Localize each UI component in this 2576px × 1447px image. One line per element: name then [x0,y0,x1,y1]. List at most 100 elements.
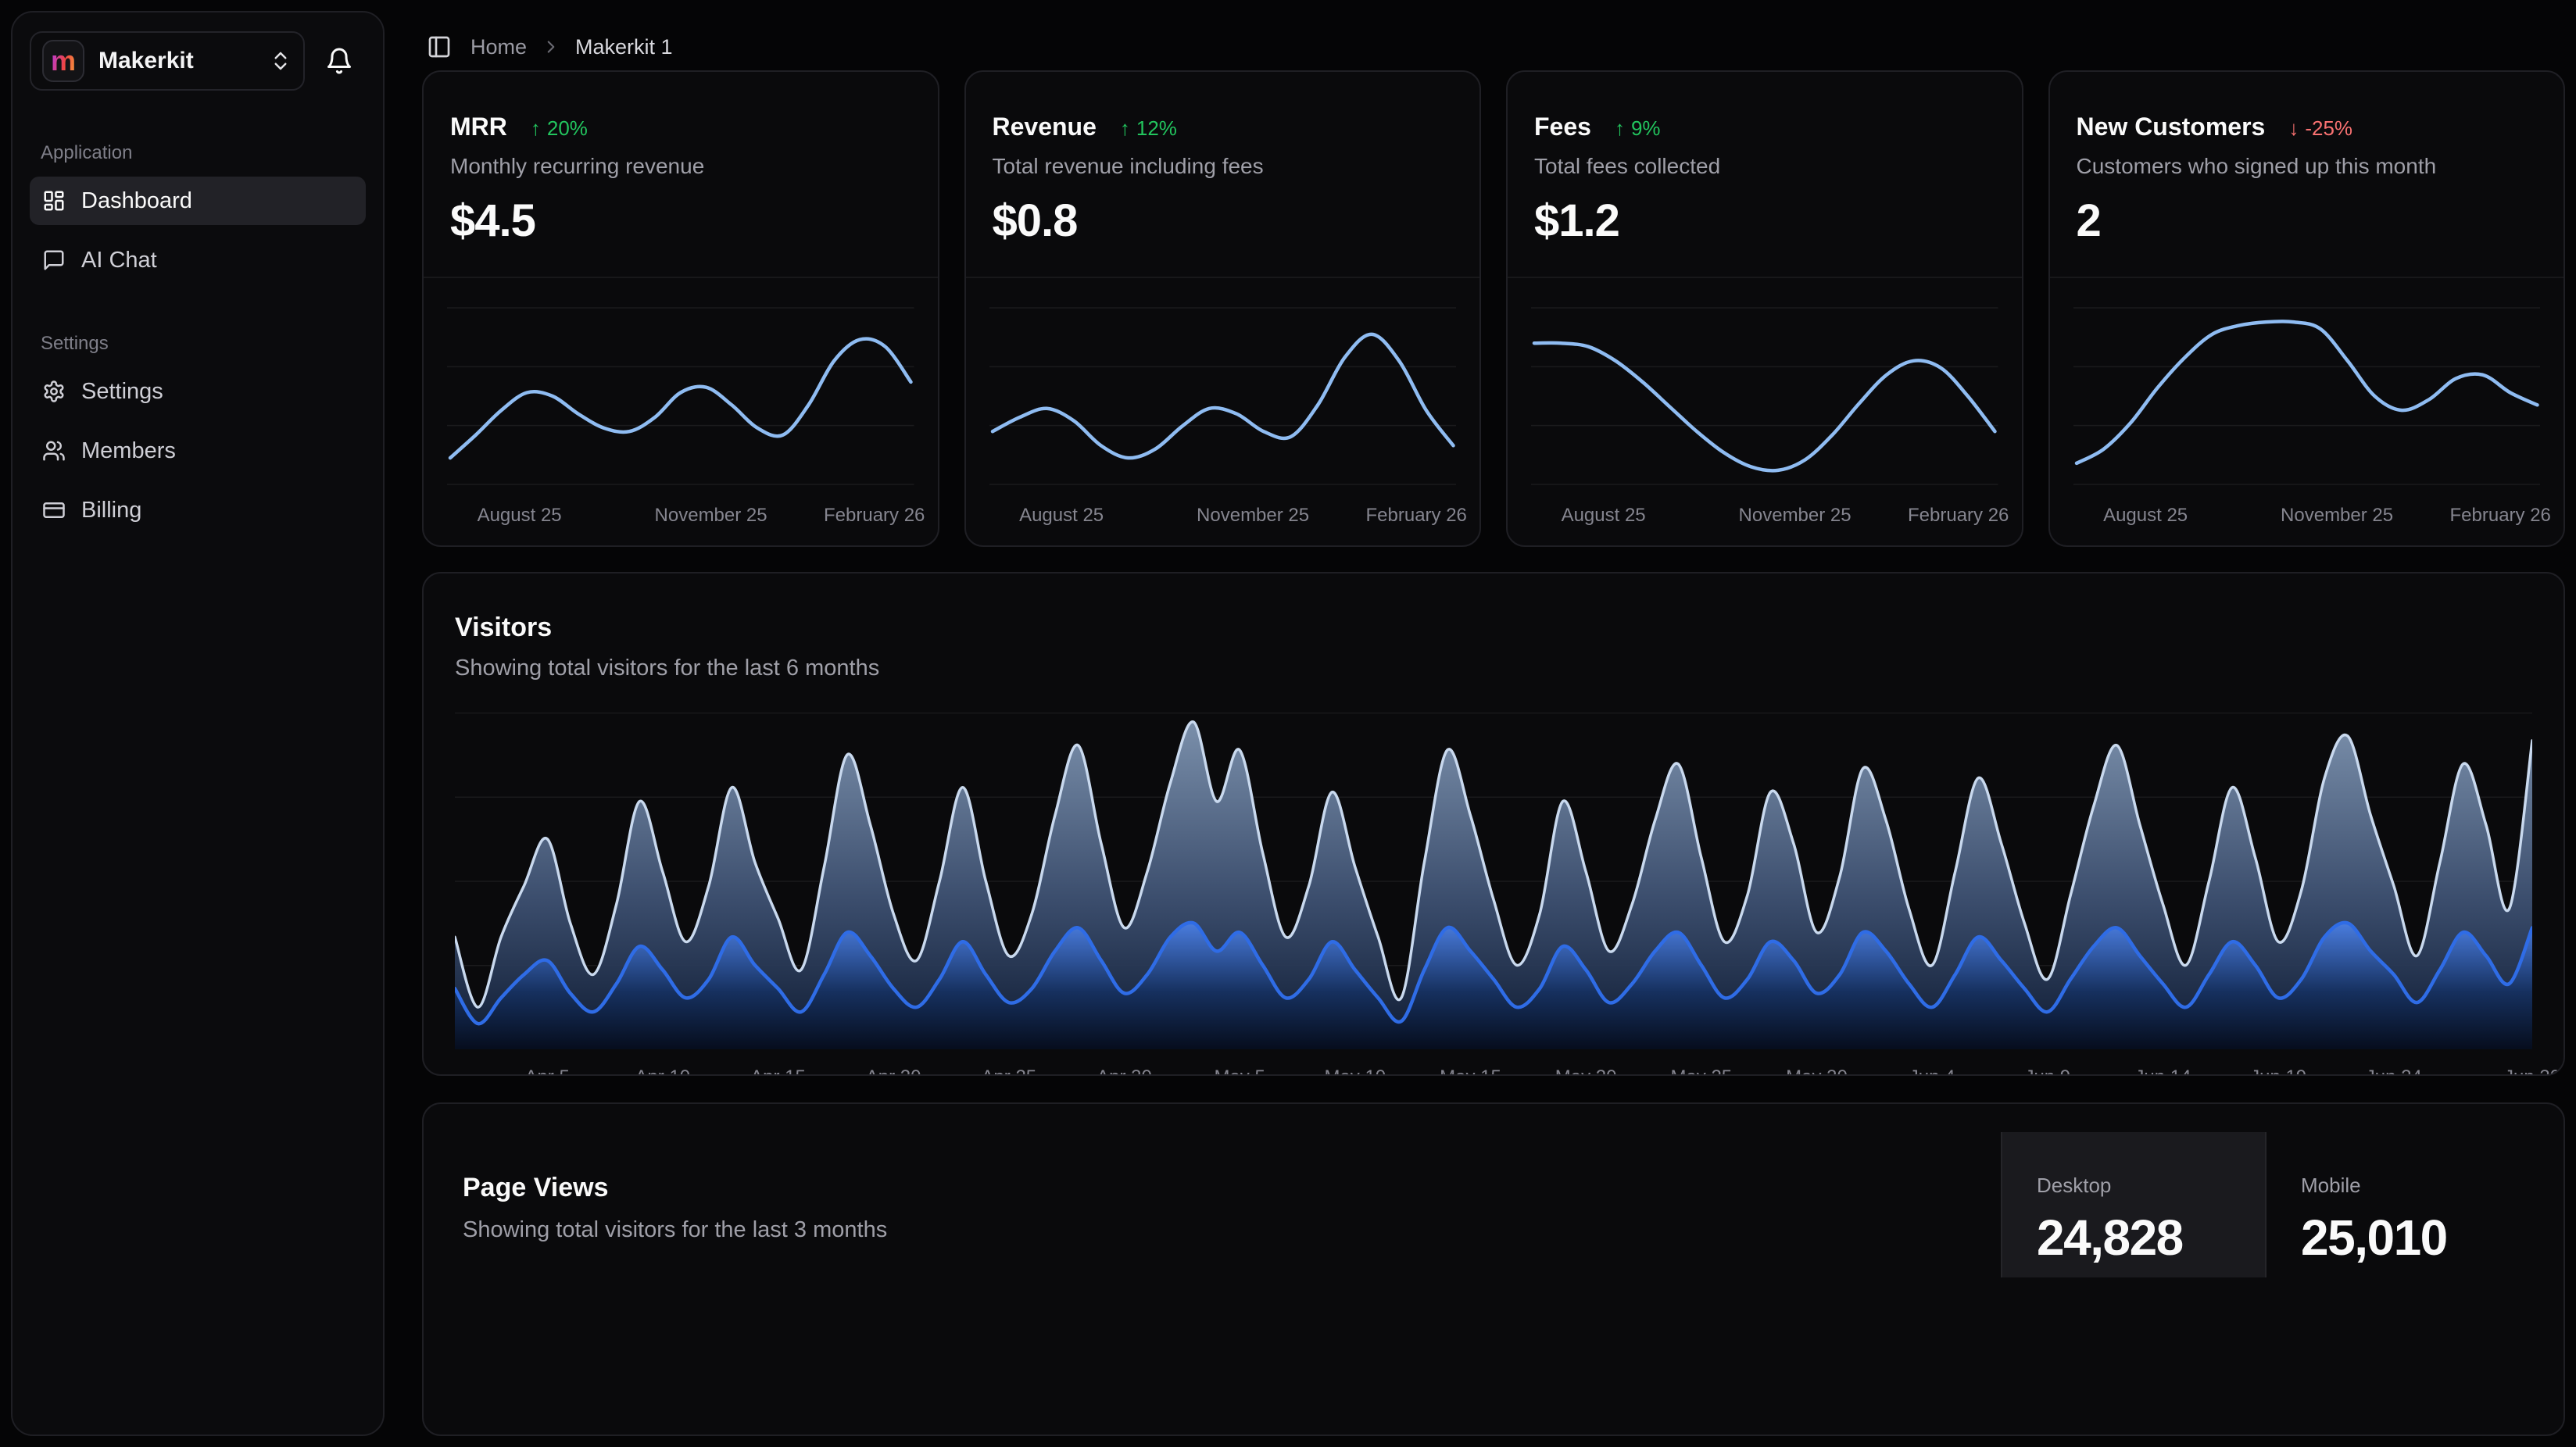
gear-icon [42,380,66,403]
sparkline-chart-new-customers [2073,298,2541,494]
x-tick-label: August 25 [2103,505,2188,527]
x-tick-label: Jun 14 [2134,1066,2191,1076]
stat-value: $1.2 [1534,195,1995,247]
x-tick-label: May 10 [1324,1066,1386,1076]
visitors-card: Visitors Showing total visitors for the … [422,572,2565,1076]
stat-sparkline-area: August 25 November 25 February 26 [424,277,938,545]
users-icon [42,439,66,463]
stat-change-badge: ↓-25% [2288,116,2352,141]
x-tick-label: August 25 [1019,505,1104,527]
mobile-toggle-button[interactable]: Mobile 25,010 [2267,1132,2532,1277]
stat-title: MRR [450,113,507,141]
sparkline-chart-fees [1531,298,1998,494]
sidebar-item-label: Members [81,438,176,464]
x-tick-label: August 25 [478,505,562,527]
x-tick-label: Apr 20 [866,1066,921,1076]
arrow-up-icon: ↑ [1615,116,1625,141]
sparkline-chart-mrr [447,298,914,494]
workspace-name: Makerkit [98,48,255,74]
stat-card-new-customers: New Customers ↓-25% Customers who signed… [2048,70,2566,547]
visitors-title: Visitors [455,613,2532,643]
message-square-icon [42,248,66,272]
nav-section-label-settings: Settings [41,333,355,355]
visitors-chart-area [424,713,2563,1049]
stat-change-badge: ↑9% [1615,116,1661,141]
x-tick-label: February 26 [2450,505,2551,527]
stat-description: Total fees collected [1534,154,1995,179]
panel-left-icon [427,34,452,59]
sidebar-item-label: Settings [81,379,163,405]
toggle-value: 25,010 [2301,1209,2532,1267]
stat-card-header: MRR ↑20% Monthly recurring revenue $4.5 [424,72,938,277]
x-tick-label: May 25 [1670,1066,1732,1076]
nav-section-label-application: Application [41,142,355,164]
workspace-logo-letter: m [51,47,76,75]
x-tick-label: Apr 10 [635,1066,690,1076]
stat-sparkline-area: August 25 November 25 February 26 [2050,277,2564,545]
sidebar-item-ai-chat[interactable]: AI Chat [30,236,366,284]
series-line [450,339,911,459]
breadcrumb: Home Makerkit 1 [422,30,2565,64]
sidebar-toggle-button[interactable] [422,30,456,64]
x-tick-label: Jun 30 [2504,1066,2560,1076]
x-tick-label: Apr 25 [981,1066,1036,1076]
arrow-up-icon: ↑ [531,116,541,141]
stat-title: New Customers [2077,113,2266,141]
stat-card-fees: Fees ↑9% Total fees collected $1.2 Augus… [1506,70,2023,547]
sparkline-chart-revenue [989,298,1457,494]
x-tick-label: Apr 5 [524,1066,569,1076]
arrow-down-icon: ↓ [2288,116,2299,141]
x-tick-label: February 26 [1366,505,1467,527]
x-tick-label: Apr 30 [1097,1066,1152,1076]
sidebar-item-settings[interactable]: Settings [30,367,366,416]
page-views-card: Page Views Showing total visitors for th… [422,1102,2565,1436]
stat-card-header: New Customers ↓-25% Customers who signed… [2050,72,2564,277]
x-tick-label: November 25 [655,505,767,527]
breadcrumb-current-page: Makerkit 1 [575,35,673,59]
workspace-selector[interactable]: m Makerkit [30,31,305,91]
arrow-up-icon: ↑ [1120,116,1130,141]
visitors-subtitle: Showing total visitors for the last 6 mo… [455,656,2532,681]
toggle-value: 24,828 [2037,1209,2265,1267]
stat-description: Total revenue including fees [993,154,1454,179]
stat-change-badge: ↑12% [1120,116,1177,141]
nav-application: Dashboard AI Chat [30,177,366,284]
stat-description: Monthly recurring revenue [450,154,911,179]
chevron-right-icon [541,37,561,57]
series-line [2077,321,2537,463]
x-tick-label: Jun 4 [1909,1066,1955,1076]
series-line [993,334,1453,458]
nav-settings: Settings Members Billing [30,367,366,534]
visitors-x-axis: Apr 5Apr 10Apr 15Apr 20Apr 25Apr 30May 5… [455,1059,2532,1076]
breadcrumb-home-link[interactable]: Home [470,35,527,59]
stat-title: Revenue [993,113,1097,141]
stat-value: $4.5 [450,195,911,247]
x-tick-label: May 5 [1214,1066,1265,1076]
toggle-label: Mobile [2301,1174,2532,1198]
stat-change-badge: ↑20% [531,116,588,141]
x-tick-label: Jun 24 [2366,1066,2422,1076]
x-tick-label: November 25 [1739,505,1852,527]
stat-sparkline-area: August 25 November 25 February 26 [1508,277,2022,545]
sidebar-item-label: Billing [81,498,141,523]
sidebar: m Makerkit Application Dashboard AI Chat [11,11,385,1436]
x-tick-label: May 20 [1555,1066,1617,1076]
x-tick-label: November 25 [1197,505,1309,527]
x-tick-label: Jun 9 [2024,1066,2070,1076]
sparkline-x-labels: August 25 November 25 February 26 [1531,498,1998,533]
x-tick-label: February 26 [824,505,925,527]
credit-card-icon [42,498,66,522]
nav-section-gap [30,284,366,319]
bell-icon [325,47,353,75]
notifications-button[interactable] [313,34,366,88]
main-content: Home Makerkit 1 MRR ↑20% Monthly recurri… [385,11,2565,1436]
stat-value: $0.8 [993,195,1454,247]
page-views-series-toggles: Desktop 24,828 Mobile 25,010 [2001,1132,2532,1277]
sidebar-item-dashboard[interactable]: Dashboard [30,177,366,225]
stat-description: Customers who signed up this month [2077,154,2538,179]
x-tick-label: Jun 19 [2250,1066,2306,1076]
sidebar-item-billing[interactable]: Billing [30,486,366,534]
sidebar-item-members[interactable]: Members [30,427,366,475]
visitors-header: Visitors Showing total visitors for the … [424,573,2563,713]
desktop-toggle-button[interactable]: Desktop 24,828 [2001,1132,2267,1277]
